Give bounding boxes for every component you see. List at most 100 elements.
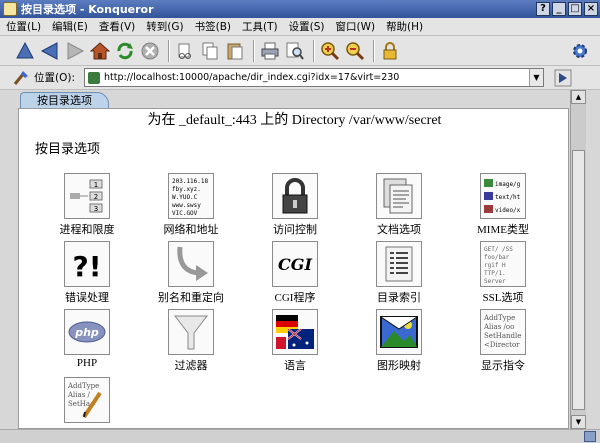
option-filters[interactable]: 过滤器 <box>141 309 241 373</box>
option-label[interactable]: CGI程序 <box>245 289 345 305</box>
mime-types-icon[interactable]: image/g text/ht video/x <box>480 173 526 219</box>
zoom-out-button[interactable] <box>344 40 366 62</box>
reload-button[interactable] <box>114 40 136 62</box>
option-label[interactable]: MIME类型 <box>453 221 553 237</box>
option-label[interactable]: 别名和重定向 <box>141 289 241 305</box>
svg-text:VIC.GOV: VIC.GOV <box>172 210 198 217</box>
option-label[interactable]: 语言 <box>245 357 345 373</box>
option-cgi-programs[interactable]: CGI CGI程序 <box>245 241 345 305</box>
zoom-in-icon <box>321 41 340 60</box>
url-text[interactable]: http://localhost:10000/apache/dir_index.… <box>104 72 529 83</box>
option-document-options[interactable]: 文档选项 <box>349 173 449 237</box>
konqueror-app-icon[interactable] <box>3 2 17 16</box>
option-label[interactable]: 图形映射 <box>349 357 449 373</box>
cgi-icon[interactable]: CGI <box>272 241 318 287</box>
help-window-button[interactable]: ? <box>536 2 550 16</box>
lock-icon <box>383 41 397 59</box>
back-button[interactable] <box>39 40 61 62</box>
directory-index-icon[interactable] <box>376 241 422 287</box>
url-history-dropdown[interactable]: ▼ <box>529 69 543 86</box>
scroll-thumb[interactable] <box>572 150 585 410</box>
option-access-control[interactable]: 访问控制 <box>245 173 345 237</box>
error-handling-icon[interactable]: ?! <box>64 241 110 287</box>
network-address-icon[interactable]: 203.116.18 fby.xyz. W.YUO.C www.swsy VIC… <box>168 173 214 219</box>
svg-text:TTP/1.: TTP/1. <box>484 270 506 277</box>
menu-bar: 位置(L) 编辑(E) 查看(V) 转到(G) 书签(B) 工具(T) 设置(S… <box>0 18 600 36</box>
close-button[interactable]: × <box>584 2 598 16</box>
show-directives-icon[interactable]: AddType Alias /oo SetHandle <Director <box>480 309 526 355</box>
menu-help[interactable]: 帮助(H) <box>386 19 423 34</box>
svg-text:2: 2 <box>94 193 98 201</box>
konqueror-throbber[interactable] <box>569 40 591 62</box>
option-label[interactable]: 文档选项 <box>349 221 449 237</box>
option-network-address[interactable]: 203.116.18 fby.xyz. W.YUO.C www.swsy VIC… <box>141 173 241 237</box>
home-button[interactable] <box>89 40 111 62</box>
option-label[interactable]: PHP <box>37 357 137 369</box>
funnel-icon[interactable] <box>168 309 214 355</box>
cut-button[interactable] <box>174 40 196 62</box>
svg-text:image/g: image/g <box>495 181 521 188</box>
option-label[interactable]: 错误处理 <box>37 289 137 305</box>
maximize-button[interactable]: □ <box>568 2 582 16</box>
image-map-icon[interactable] <box>376 309 422 355</box>
option-directory-index[interactable]: 目录索引 <box>349 241 449 305</box>
option-label[interactable]: 目录索引 <box>349 289 449 305</box>
flags-icon[interactable] <box>272 309 318 355</box>
find-icon <box>286 42 304 60</box>
menu-settings[interactable]: 设置(S) <box>289 19 325 34</box>
up-button[interactable] <box>14 40 36 62</box>
option-label[interactable]: 访问控制 <box>245 221 345 237</box>
option-edit-directives[interactable]: AddType Alias / SetHa <box>37 377 137 425</box>
menu-location[interactable]: 位置(L) <box>6 19 41 34</box>
url-input[interactable]: http://localhost:10000/apache/dir_index.… <box>84 68 544 87</box>
minimize-button[interactable]: _ <box>552 2 566 16</box>
menu-go[interactable]: 转到(G) <box>146 19 183 34</box>
option-php[interactable]: php PHP <box>37 309 137 369</box>
php-icon[interactable]: php <box>64 309 110 355</box>
go-button[interactable] <box>554 69 572 87</box>
copy-button[interactable] <box>199 40 221 62</box>
clear-location-icon[interactable] <box>12 69 30 87</box>
process-limits-icon[interactable]: 1 2 3 <box>64 173 110 219</box>
page-view: 为在 _default_:443 上的 Directory /var/www/s… <box>18 108 569 429</box>
up-arrow-icon <box>16 41 34 58</box>
security-button[interactable] <box>379 40 401 62</box>
option-image-maps[interactable]: 图形映射 <box>349 309 449 373</box>
menu-tools[interactable]: 工具(T) <box>242 19 278 34</box>
paste-button[interactable] <box>224 40 246 62</box>
vertical-scrollbar[interactable]: ▲ ▼ <box>570 90 586 429</box>
ssl-options-icon[interactable]: GET/ /SS foo/bar rgif H TTP/1. Server <box>480 241 526 287</box>
svg-text:AddType: AddType <box>483 314 515 322</box>
menu-view[interactable]: 查看(V) <box>99 19 135 34</box>
document-options-icon[interactable] <box>376 173 422 219</box>
split-view-icon[interactable] <box>584 431 596 442</box>
option-alias-redirect[interactable]: 别名和重定向 <box>141 241 241 305</box>
redirect-arrow-icon[interactable] <box>168 241 214 287</box>
tab-current-page[interactable]: 按目录选项 <box>20 92 109 109</box>
stop-button[interactable] <box>139 40 161 62</box>
option-languages[interactable]: 语言 <box>245 309 345 373</box>
scroll-up-arrow[interactable]: ▲ <box>571 90 586 104</box>
home-icon <box>90 41 110 59</box>
padlock-icon[interactable] <box>272 173 318 219</box>
option-label[interactable]: 进程和限度 <box>37 221 137 237</box>
option-error-handling[interactable]: ?! 错误处理 <box>37 241 137 305</box>
menu-edit[interactable]: 编辑(E) <box>52 19 88 34</box>
menu-window[interactable]: 窗口(W) <box>335 19 375 34</box>
option-show-directives[interactable]: AddType Alias /oo SetHandle <Director 显示… <box>453 309 553 373</box>
option-label[interactable]: 网络和地址 <box>141 221 241 237</box>
option-mime-types[interactable]: image/g text/ht video/x MIME类型 <box>453 173 553 237</box>
edit-directives-icon[interactable]: AddType Alias / SetHa <box>64 377 110 423</box>
option-label[interactable]: SSL选项 <box>453 289 553 305</box>
option-ssl[interactable]: GET/ /SS foo/bar rgif H TTP/1. Server SS… <box>453 241 553 305</box>
scroll-down-arrow[interactable]: ▼ <box>571 415 586 429</box>
zoom-in-button[interactable] <box>319 40 341 62</box>
forward-button[interactable] <box>64 40 86 62</box>
toolbar-separator <box>253 39 255 62</box>
option-process-limits[interactable]: 1 2 3 进程和限度 <box>37 173 137 237</box>
menu-bookmarks[interactable]: 书签(B) <box>195 19 231 34</box>
print-button[interactable] <box>259 40 281 62</box>
option-label[interactable]: 显示指令 <box>453 357 553 373</box>
find-button[interactable] <box>284 40 306 62</box>
option-label[interactable]: 过滤器 <box>141 357 241 373</box>
